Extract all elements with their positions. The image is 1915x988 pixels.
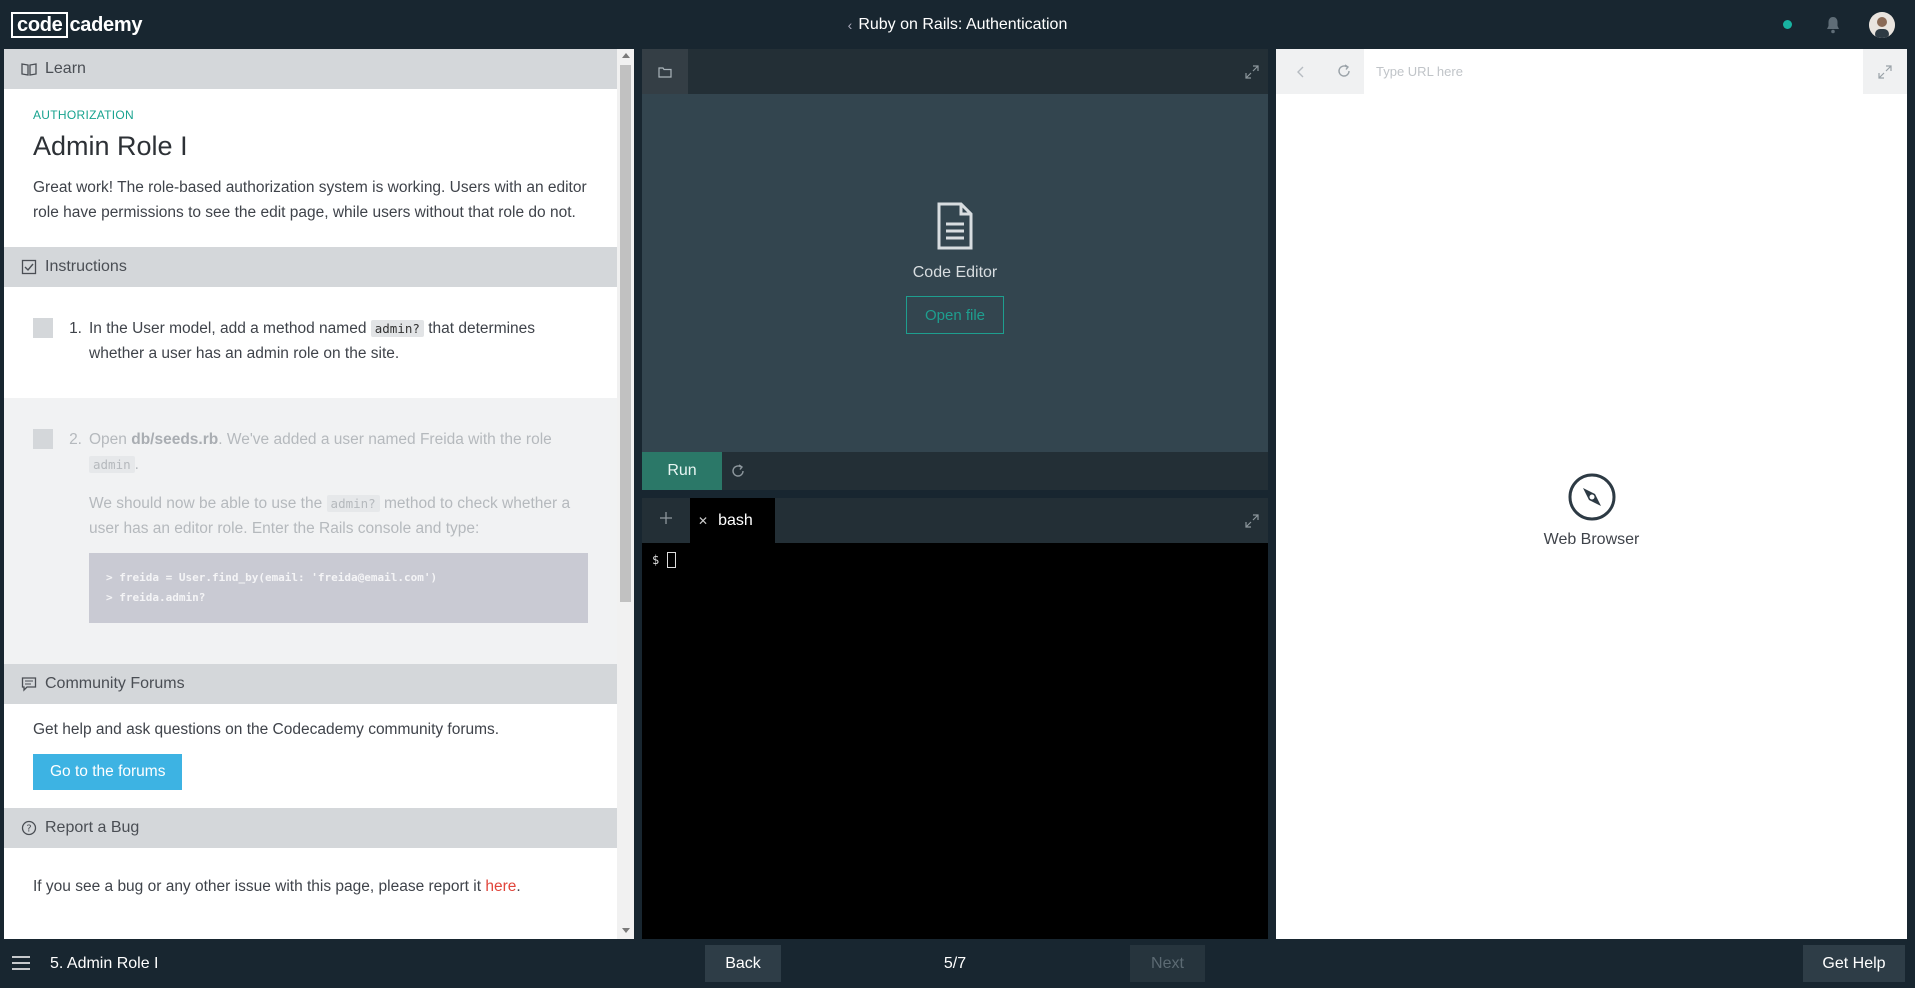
get-help-button[interactable]: Get Help: [1803, 945, 1905, 982]
task-1-code: admin?: [370, 320, 424, 337]
top-right-controls: [1783, 0, 1915, 49]
file-browser-button[interactable]: [642, 49, 688, 94]
browser-toolbar: [1276, 49, 1907, 94]
task-2-number: 2.: [69, 431, 82, 448]
community-header: Community Forums: [4, 664, 617, 704]
code-line-1: > freida = User.find_by(email: 'freida@e…: [106, 571, 438, 584]
current-lesson-title[interactable]: 5. Admin Role I: [50, 939, 159, 988]
course-title: Ruby on Rails: Authentication: [858, 15, 1068, 33]
run-button[interactable]: Run: [642, 452, 722, 490]
task-1-text: In the User model, add a method named ad…: [89, 316, 588, 369]
task-1-number: 1.: [69, 320, 82, 337]
bash-tab-label: bash: [718, 511, 753, 529]
scroll-down-arrow-icon[interactable]: [622, 928, 630, 933]
task-2-p1-middle: . We've added a user named Freida with t…: [218, 431, 552, 448]
url-input[interactable]: [1376, 58, 1846, 85]
web-browser-panel: Web Browser: [1276, 49, 1907, 939]
task-2: 2. Open db/seeds.rb. We've added a user …: [4, 398, 617, 664]
bell-icon[interactable]: [1825, 16, 1841, 34]
task-2-p1-before: Open: [89, 431, 132, 448]
task-2-text: Open db/seeds.rb. We've added a user nam…: [89, 427, 588, 635]
book-icon: [21, 61, 37, 77]
question-circle-icon: ?: [21, 820, 37, 836]
expand-browser-button[interactable]: [1863, 49, 1907, 94]
task-2-file: db/seeds.rb: [131, 431, 219, 448]
report-bug-link[interactable]: here: [485, 878, 516, 895]
document-icon: [937, 202, 973, 250]
reset-icon[interactable]: [730, 463, 746, 479]
editor-tab-bar: [642, 49, 1268, 94]
code-editor-area: Code Editor Open file: [642, 94, 1268, 452]
task-1-checkbox[interactable]: [33, 318, 53, 338]
browser-nav: [1276, 49, 1364, 94]
task-2-p2-code: admin?: [326, 495, 380, 512]
scroll-up-arrow-icon[interactable]: [622, 53, 630, 58]
terminal-prompt: $: [652, 552, 677, 568]
browser-empty-state: Web Browser: [1276, 473, 1907, 549]
online-status-dot: [1783, 20, 1792, 29]
refresh-icon[interactable]: [1336, 63, 1352, 79]
code-line-2: > freida.admin?: [106, 591, 206, 604]
top-bar: code cademy ‹ Ruby on Rails: Authenticati…: [0, 0, 1915, 49]
course-title-link[interactable]: ‹ Ruby on Rails: Authentication: [0, 0, 1915, 49]
bug-header: ? Report a Bug: [4, 808, 617, 848]
lesson-progress: 5/7: [943, 954, 967, 972]
svg-text:?: ?: [26, 824, 31, 835]
task-2-p1-code: admin: [89, 456, 135, 473]
back-button[interactable]: Back: [705, 945, 781, 982]
menu-icon[interactable]: [12, 956, 30, 970]
bug-header-label: Report a Bug: [45, 819, 140, 836]
editor-empty-state: Code Editor Open file: [642, 202, 1268, 334]
expand-editor-icon[interactable]: [1245, 65, 1259, 79]
community-header-label: Community Forums: [45, 675, 185, 692]
expand-browser-icon: [1878, 65, 1892, 79]
chat-icon: [21, 676, 37, 692]
instructions-header: Instructions: [4, 247, 617, 287]
bug-text-before: If you see a bug or any other issue with…: [33, 878, 486, 895]
task-2-p2-before: We should now be able to use the: [89, 495, 327, 512]
next-button[interactable]: Next: [1130, 945, 1205, 982]
task-2-checkbox[interactable]: [33, 429, 53, 449]
folder-icon: [658, 66, 672, 78]
scroll-thumb[interactable]: [620, 65, 631, 602]
task-2-paragraph-2: We should now be able to use the admin? …: [89, 491, 588, 541]
prompt-symbol: $: [652, 553, 660, 567]
expand-terminal-icon[interactable]: [1245, 514, 1259, 528]
lesson-category: AUTHORIZATION: [33, 108, 135, 122]
task-2-code-block: > freida = User.find_by(email: 'freida@e…: [89, 553, 588, 623]
bug-text-after: .: [516, 878, 521, 895]
learn-header: Learn: [4, 49, 617, 89]
community-content: Get help and ask questions on the Codeca…: [4, 704, 617, 808]
instructions-header-label: Instructions: [45, 258, 127, 275]
avatar[interactable]: [1869, 11, 1895, 38]
bug-content: If you see a bug or any other issue with…: [4, 848, 617, 926]
bash-tab[interactable]: ✕ bash: [690, 498, 775, 543]
terminal-cursor: [667, 552, 677, 568]
web-browser-label: Web Browser: [1543, 531, 1640, 548]
add-terminal-icon[interactable]: [656, 508, 676, 528]
bottom-bar: 5. Admin Role I Back 5/7 Next Get Help: [0, 939, 1915, 988]
community-text: Get help and ask questions on the Codeca…: [33, 721, 500, 738]
task-1: 1. In the User model, add a method named…: [4, 287, 617, 398]
open-file-button[interactable]: Open file: [906, 296, 1004, 334]
lesson-panel: Learn AUTHORIZATION Admin Role I Great w…: [4, 49, 617, 939]
terminal[interactable]: $: [642, 543, 1268, 939]
compass-icon: [1568, 473, 1615, 521]
terminal-tab-bar: ✕ bash: [642, 498, 1268, 543]
checkbox-icon: [21, 259, 37, 275]
lesson-scrollbar[interactable]: [617, 49, 634, 939]
run-bar: Run: [642, 452, 1268, 490]
code-editor-label: Code Editor: [912, 264, 998, 281]
go-to-forums-button[interactable]: Go to the forums: [33, 754, 183, 790]
learn-content: AUTHORIZATION Admin Role I Great work! T…: [4, 89, 617, 247]
lesson-description: Great work! The role-based authorization…: [33, 179, 587, 221]
back-arrow-icon[interactable]: [1295, 65, 1307, 79]
lesson-title: Admin Role I: [33, 131, 188, 161]
task-2-p1-end: .: [134, 456, 139, 473]
task-1-text-before: In the User model, add a method named: [89, 320, 371, 337]
learn-header-label: Learn: [45, 60, 86, 77]
task-2-paragraph-1: Open db/seeds.rb. We've added a user nam…: [89, 427, 588, 477]
close-icon[interactable]: ✕: [698, 514, 708, 528]
chevron-left-icon: ‹: [847, 16, 853, 33]
